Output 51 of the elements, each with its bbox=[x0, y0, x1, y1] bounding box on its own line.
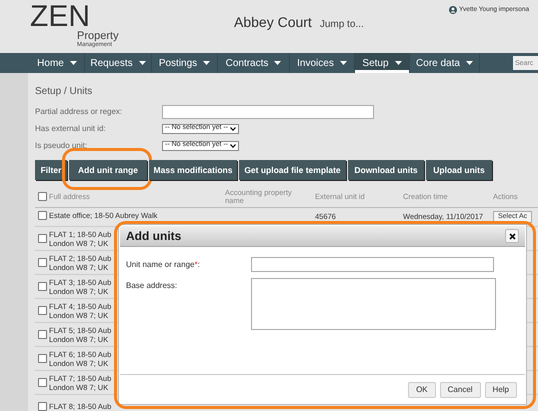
toolbar-button[interactable]: Get upload file template bbox=[239, 160, 346, 180]
logo-text: ZEN bbox=[30, 4, 90, 30]
checkbox[interactable] bbox=[38, 306, 46, 315]
filter-label: Has external unit id: bbox=[35, 122, 107, 134]
checkbox[interactable] bbox=[38, 354, 46, 363]
caret-icon bbox=[274, 61, 282, 65]
nav-menu-item[interactable]: Setup bbox=[355, 53, 410, 73]
nav-menu-item[interactable]: Core data bbox=[410, 53, 480, 73]
caret-icon bbox=[203, 61, 210, 65]
field-label: Unit name or range*: bbox=[126, 260, 200, 270]
dialog-button[interactable]: Help bbox=[484, 382, 517, 398]
dialog-button[interactable]: Cancel bbox=[440, 382, 481, 398]
checkbox[interactable] bbox=[38, 282, 46, 291]
property-title: Abbey Court bbox=[234, 13, 312, 32]
nav-menu-item[interactable]: Requests bbox=[85, 53, 152, 73]
caret-icon bbox=[70, 61, 77, 65]
toolbar-button[interactable]: Mass modifications bbox=[149, 160, 237, 180]
toolbar-button[interactable]: Download units bbox=[348, 160, 424, 180]
dialog-title: Add units bbox=[126, 228, 182, 245]
dialog-button[interactable]: OK bbox=[408, 382, 436, 398]
jump-to-link[interactable]: Jump to... bbox=[320, 17, 364, 32]
text-field[interactable] bbox=[251, 257, 494, 272]
checkbox[interactable] bbox=[38, 402, 46, 411]
nav-menu-item[interactable]: Home bbox=[30, 53, 85, 73]
toolbar-button[interactable]: Filter bbox=[35, 160, 67, 180]
caret-icon bbox=[466, 61, 473, 65]
breadcrumb: Setup / Units bbox=[35, 85, 94, 99]
field-label: Base address: bbox=[126, 281, 178, 291]
caret-icon bbox=[138, 61, 146, 65]
nav-menu-item[interactable]: Contracts bbox=[218, 53, 290, 73]
close-button[interactable] bbox=[505, 229, 519, 243]
text-field[interactable] bbox=[162, 104, 374, 118]
nav-menu-item[interactable]: Postings bbox=[152, 53, 218, 73]
filter-label: Is pseudo unit: bbox=[35, 140, 88, 152]
user-icon bbox=[449, 6, 457, 14]
checkbox[interactable] bbox=[38, 192, 46, 201]
checkbox[interactable] bbox=[38, 211, 46, 220]
text-area[interactable] bbox=[251, 278, 496, 330]
filter-label: Partial address or regex: bbox=[35, 106, 124, 118]
close-icon bbox=[508, 232, 516, 240]
chevron-icon bbox=[230, 144, 236, 148]
checkbox[interactable] bbox=[38, 234, 46, 243]
toolbar-button[interactable]: Upload units bbox=[426, 160, 492, 180]
chevron-icon bbox=[230, 126, 236, 130]
logo-text: Property bbox=[77, 30, 120, 42]
checkbox[interactable] bbox=[38, 258, 46, 267]
checkbox[interactable] bbox=[38, 330, 46, 339]
checkbox[interactable] bbox=[38, 378, 46, 387]
caret-icon bbox=[394, 61, 402, 65]
toolbar-button[interactable]: Add unit range bbox=[69, 160, 147, 180]
caret-icon bbox=[340, 61, 347, 65]
